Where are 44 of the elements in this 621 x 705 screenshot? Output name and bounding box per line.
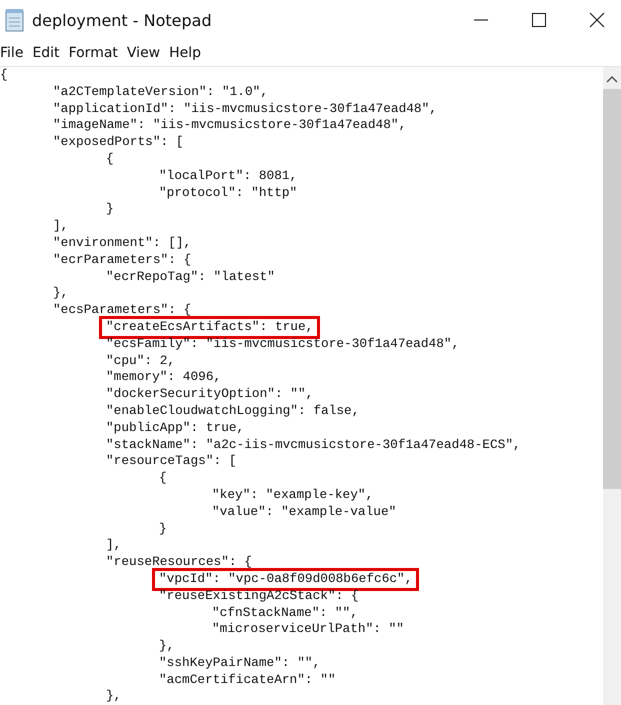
code-line: }, (159, 638, 174, 655)
code-line: "exposedPorts": [ (53, 134, 184, 151)
code-line: "localPort": 8081, (159, 168, 298, 185)
code-line: { (159, 470, 167, 487)
code-line: "value": "example-value" (212, 504, 396, 521)
code-line: }, (106, 688, 122, 705)
code-line: "sshKeyPairName": "", (159, 654, 320, 672)
menu-item[interactable]: File (0, 45, 28, 61)
menu-item[interactable]: View (126, 45, 166, 61)
code-line: "ecrRepoTag": "latest" (106, 268, 275, 286)
code-line: "enableCloudwatchLogging": false, (106, 402, 360, 420)
menu-item[interactable]: Help (169, 45, 206, 61)
code-line: "memory": 4096, (106, 369, 222, 386)
code-line: ], (106, 537, 122, 554)
code-line: "dockerSecurityOption": "", (106, 386, 314, 403)
scrollbar[interactable] (603, 67, 621, 705)
code-line: { (106, 150, 114, 168)
code-line: "key": "example-key", (212, 486, 374, 504)
maximize-icon[interactable] (531, 12, 547, 28)
code-line: { (0, 67, 8, 84)
notepad-icon (4, 8, 26, 32)
menu-item[interactable]: Edit (32, 45, 65, 61)
code-line: "cfnStackName": "", (212, 604, 358, 622)
code-line: "acmCertificateArn": "" (159, 672, 336, 688)
code-line: } (106, 201, 114, 218)
code-line: ], (53, 218, 68, 235)
code-line: "cpu": 2, (106, 352, 176, 370)
code-line: "stackName": "a2c-iis-mvcmusicstore-30f1a47ead48-ECS", (106, 436, 521, 454)
code-line: }, (53, 285, 68, 302)
code-line: } (159, 520, 167, 538)
close-icon[interactable] (589, 12, 605, 28)
code-line: "ecrParameters": { (53, 252, 192, 269)
menu-item[interactable]: Format (68, 45, 123, 61)
code-line: "publicApp": true, (106, 420, 244, 437)
code-line: "protocol": "http" (159, 184, 298, 202)
code-line: "microserviceUrlPath": "" (212, 621, 404, 638)
code-line: "applicationId": "iis-mvcmusicstore-30f1a47ead48", (53, 100, 437, 118)
window-title: deployment - Notepad (32, 10, 212, 30)
code-line: "imageName": "iis-mvcmusicstore-30f1a47ead48", (53, 117, 406, 134)
scrollbar-thumb[interactable] (603, 89, 621, 489)
code-line: "environment": [], (53, 234, 192, 252)
code-line: "resourceTags": [ (106, 453, 237, 470)
scroll-up-icon[interactable] (606, 75, 618, 83)
code-line: "a2CTemplateVersion": "1.0", (53, 84, 268, 101)
